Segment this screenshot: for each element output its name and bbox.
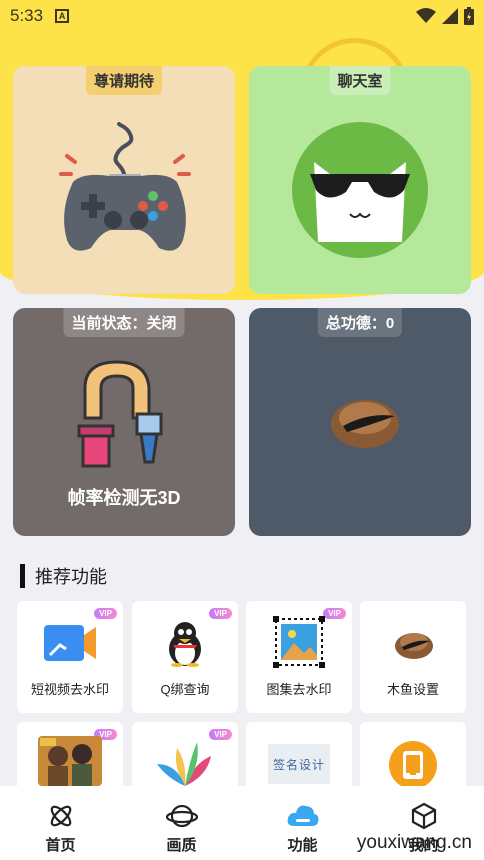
image-icon [273,616,325,668]
chat-room-card[interactable]: 聊天室 [249,66,471,294]
feature-label: 短视频去水印 [30,682,109,697]
feature-tile-video-watermark[interactable]: VIP 短视频去水印 [17,601,123,713]
game-card[interactable]: 尊请期待 [13,66,235,294]
signature-design-icon: 签名设计 [268,744,330,784]
merit-card[interactable]: 总功德：0 [249,308,471,536]
petals-icon [157,742,211,786]
signal-icon [442,8,458,24]
frame-rate-status-tag: 当前状态：关闭 [63,308,185,337]
wooden-fish-icon [395,633,433,659]
feature-label: 木鱼设置 [386,682,439,697]
planet-icon [165,804,198,828]
cloud-icon [287,805,318,826]
nav-home[interactable]: 首页 [0,786,121,860]
feature-tile-q-lookup[interactable]: VIP Q绑查询 [132,601,238,713]
cube-icon [411,802,436,830]
vip-badge: VIP [323,608,346,619]
game-card-tag: 尊请期待 [85,66,163,95]
atom-icon [50,805,71,827]
game-characters-icon [38,736,102,786]
vip-badge: VIP [94,608,117,619]
frame-rate-card[interactable]: 当前状态：关闭 帧率检测无3D [13,308,235,536]
gamepad-icon [59,122,191,251]
feature-label: 图集去水印 [266,682,332,697]
nav-features[interactable]: 功能 [242,786,363,860]
wifi-icon [416,8,436,23]
paint-brush-icon [77,360,163,468]
nav-label-quality: 画质 [166,837,197,854]
recommended-section-header: 推荐功能 [20,563,107,589]
cool-cat-icon [292,122,428,258]
section-accent-bar [20,564,25,588]
orange-phone-icon [389,741,437,789]
nav-label-home: 首页 [45,837,76,854]
status-icons [416,7,474,25]
notification-icon: A [55,9,70,23]
nav-label-features: 功能 [287,837,318,854]
status-time: 5:33 [10,6,44,25]
frame-rate-caption: 帧率检测无3D [67,488,181,508]
battery-icon [464,7,474,25]
video-camera-icon [44,625,96,661]
vip-badge: VIP [209,608,232,619]
wooden-fish-icon [331,400,399,448]
feature-tile-gallery-watermark[interactable]: VIP 图集去水印 [246,601,352,713]
feature-label: Q绑查询 [160,682,210,697]
nav-quality[interactable]: 画质 [121,786,242,860]
site-watermark: youxiwang.cn [356,832,472,853]
status-bar: 5:33 A [0,0,484,32]
chat-room-card-tag: 聊天室 [329,66,391,95]
penguin-icon [169,622,201,667]
feature-tile-wooden-fish-settings[interactable]: 木鱼设置 [360,601,466,713]
section-title: 推荐功能 [35,567,107,587]
merit-count-tag: 总功德：0 [317,308,403,337]
